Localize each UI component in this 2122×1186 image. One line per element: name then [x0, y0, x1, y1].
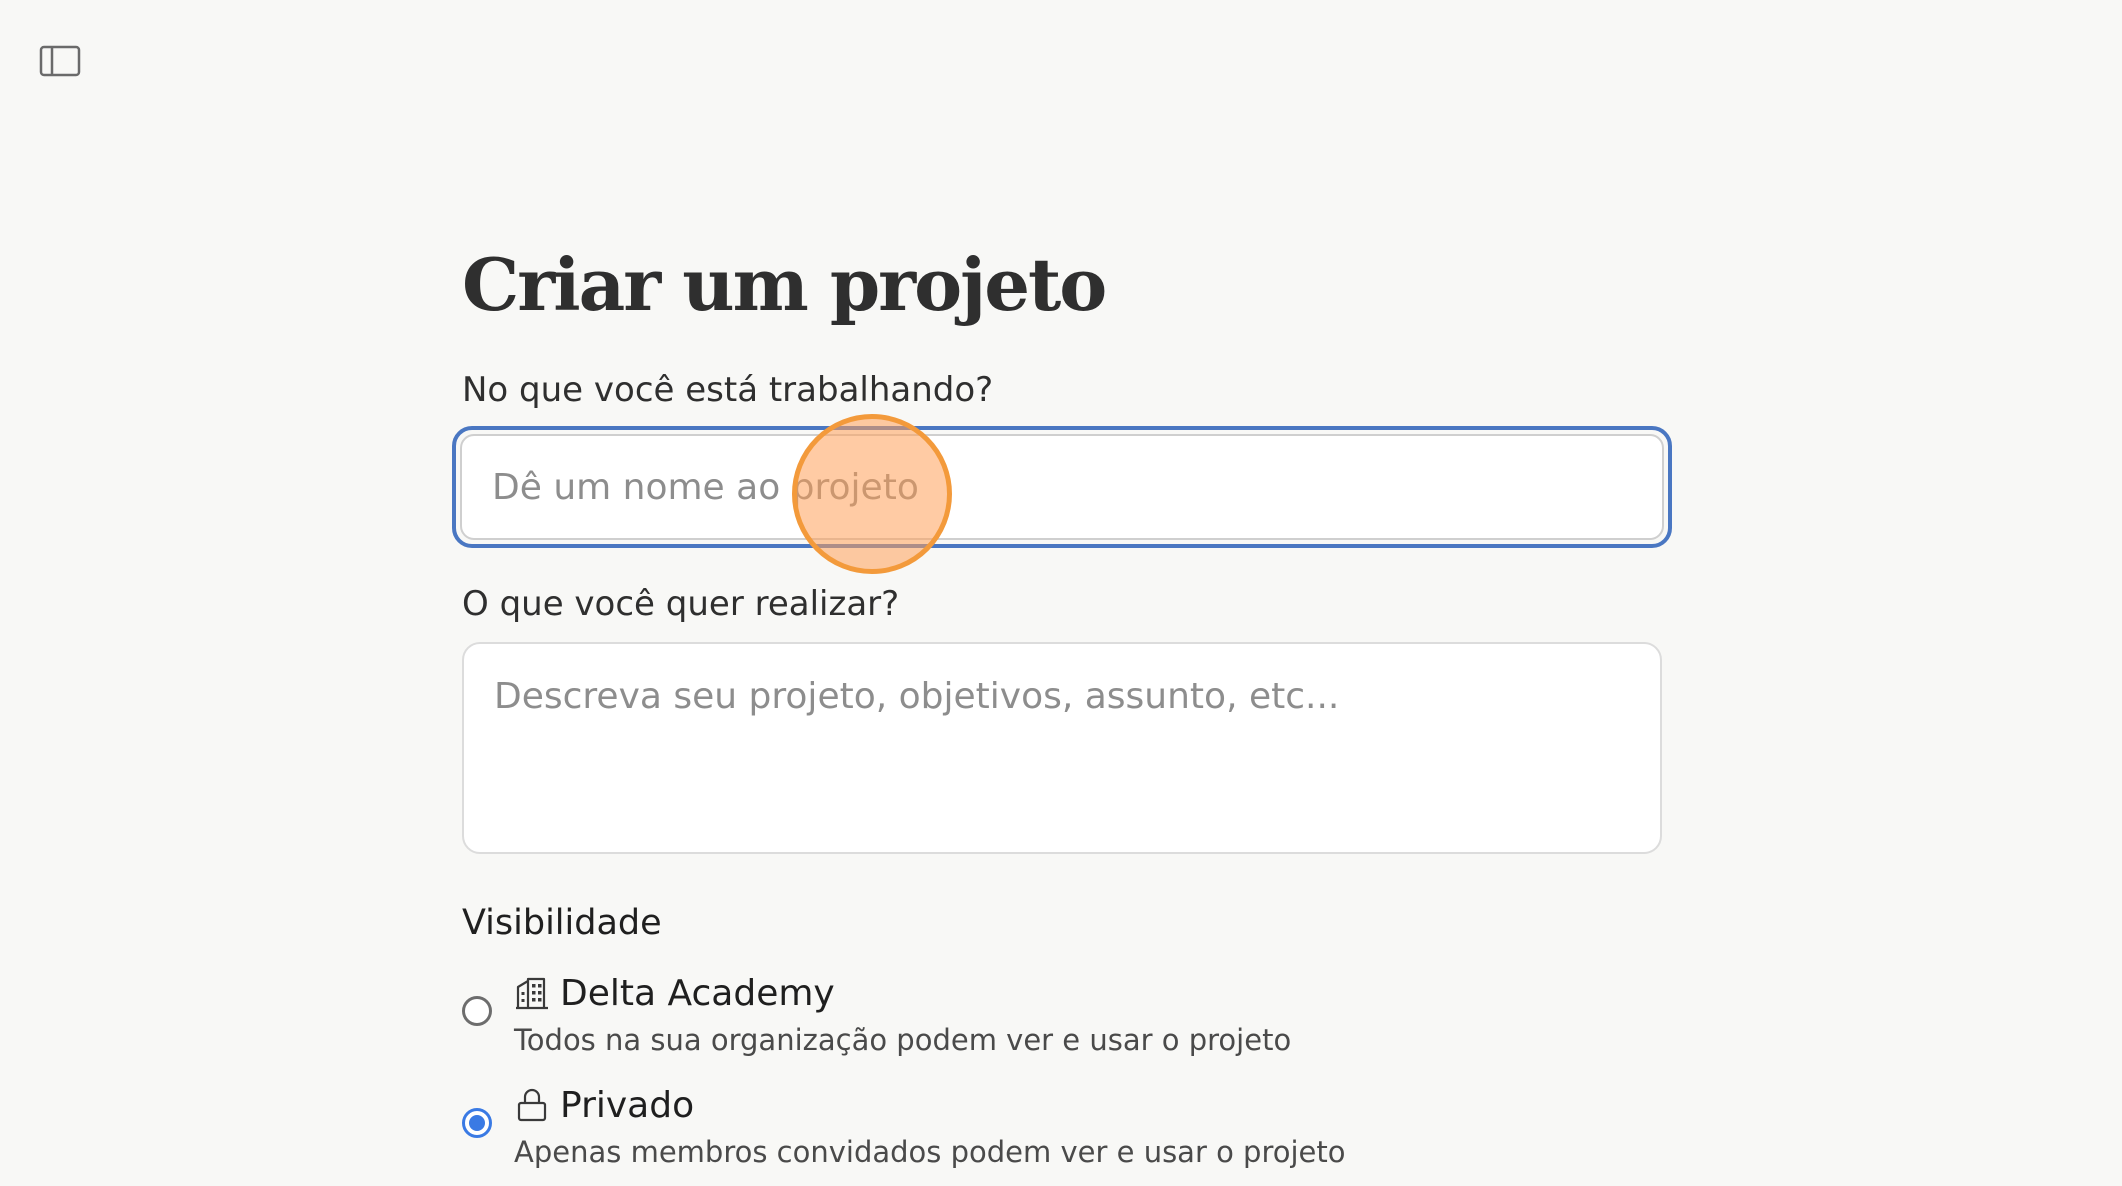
project-name-input[interactable]	[460, 434, 1664, 540]
organization-option-description: Todos na sua organização podem ver e usa…	[514, 1023, 1292, 1057]
private-option-description: Apenas membros convidados podem ver e us…	[514, 1135, 1346, 1169]
building-icon	[514, 975, 550, 1011]
project-description-label: O que você quer realizar?	[462, 584, 900, 624]
organization-option-name: Delta Academy	[560, 972, 835, 1014]
project-description-input[interactable]	[462, 642, 1662, 854]
visibility-option-organization[interactable]: Delta Academy Todos na sua organização p…	[462, 970, 1662, 1060]
create-project-form: Criar um projeto No que você está trabal…	[452, 230, 1672, 1172]
create-project-page: Criar um projeto No que você está trabal…	[0, 0, 2122, 1186]
visibility-option-private[interactable]: Privado Apenas membros convidados podem …	[462, 1082, 1662, 1172]
sidebar-toggle-icon	[39, 45, 81, 77]
private-radio[interactable]	[462, 1108, 492, 1138]
private-option-name: Privado	[560, 1084, 695, 1126]
lock-icon	[514, 1087, 550, 1123]
organization-radio[interactable]	[462, 996, 492, 1026]
visibility-title: Visibilidade	[462, 903, 662, 943]
project-name-label: No que você está trabalhando?	[462, 370, 994, 410]
project-name-focus-ring	[452, 426, 1672, 548]
page-title: Criar um projeto	[462, 242, 1107, 327]
sidebar-toggle-button[interactable]	[34, 40, 86, 82]
